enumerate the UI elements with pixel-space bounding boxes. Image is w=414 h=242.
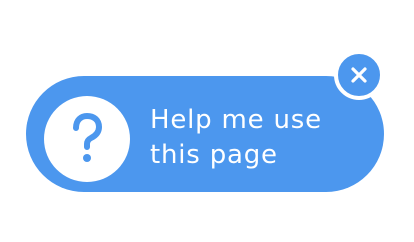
question-mark-icon xyxy=(73,113,102,162)
help-widget: Help me use this page xyxy=(0,0,414,242)
close-x-icon xyxy=(351,67,367,83)
close-button[interactable] xyxy=(334,50,384,100)
help-label-line2: this page xyxy=(150,140,278,170)
help-label-line1: Help me use xyxy=(150,105,322,135)
help-icon-circle[interactable] xyxy=(44,96,130,182)
help-label[interactable]: Help me use this page xyxy=(150,103,370,173)
